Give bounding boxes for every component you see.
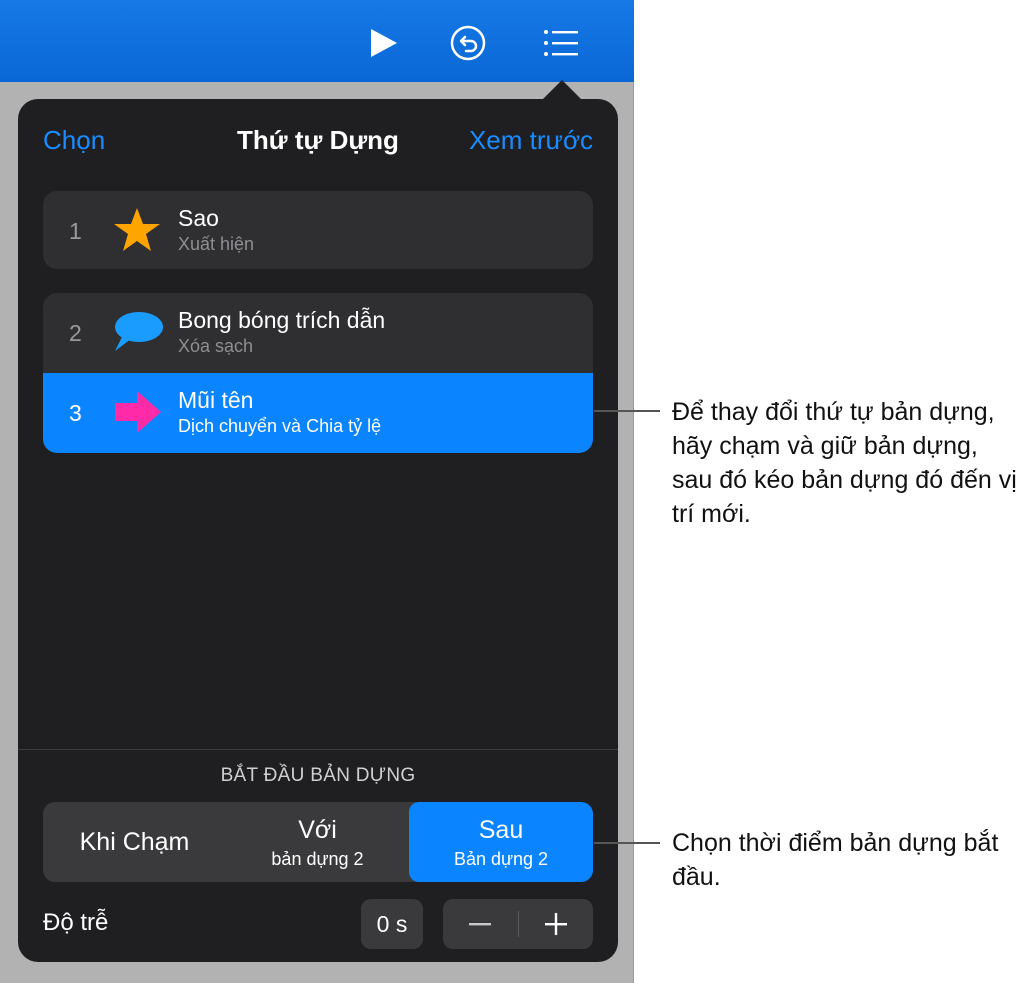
with-build-option[interactable]: Với bản dựng 2 — [226, 802, 409, 882]
option-label: Sau — [478, 816, 524, 844]
plus-icon[interactable] — [519, 899, 593, 949]
speech-bubble-icon — [115, 312, 163, 351]
build-row-arrow[interactable]: 3 Mũi tên Dịch chuyển và Chia tỷ lệ — [43, 373, 593, 453]
build-row-speech-bubble[interactable]: 2 Bong bóng trích dẫn Xóa sạch — [43, 293, 593, 373]
build-group-1: 1 Sao Xuất hiện — [43, 191, 593, 269]
list-icon[interactable] — [542, 24, 580, 62]
on-tap-option[interactable]: Khi Chạm — [43, 802, 226, 882]
build-title: Bong bóng trích dẫn — [178, 307, 386, 333]
callout-line-start-time — [594, 842, 660, 844]
build-effect: Dịch chuyển và Chia tỷ lệ — [178, 416, 382, 436]
callout-line-reorder — [594, 410, 660, 412]
toolbar — [0, 0, 634, 82]
build-number: 1 — [69, 218, 82, 244]
undo-icon[interactable] — [449, 24, 487, 62]
play-icon[interactable] — [364, 24, 402, 62]
after-build-option[interactable]: Sau Bản dựng 2 — [409, 802, 593, 882]
callout-start-time: Chọn thời điểm bản dựng bắt đầu. — [672, 829, 999, 891]
build-group-2: 2 Bong bóng trích dẫn Xóa sạch 3 Mũi tên… — [43, 293, 593, 453]
option-sublabel: bản dựng 2 — [271, 849, 364, 869]
popover-arrow — [542, 80, 582, 100]
delay-stepper — [443, 899, 593, 949]
minus-icon[interactable] — [443, 899, 517, 949]
build-title: Sao — [178, 205, 219, 231]
option-label: Với — [298, 816, 337, 844]
preview-button[interactable]: Xem trước — [469, 125, 593, 156]
option-sublabel: Bản dựng 2 — [453, 849, 549, 869]
device-screen: Chọn Thứ tự Dựng Xem trước 1 Sao Xuất hi… — [0, 0, 634, 983]
option-label: Khi Chạm — [79, 828, 190, 856]
start-build-label: BẮT ĐẦU BẢN DỰNG — [220, 765, 416, 786]
build-order-popover: Chọn Thứ tự Dựng Xem trước 1 Sao Xuất hi… — [18, 99, 618, 962]
section-divider — [18, 749, 618, 750]
delay-value-field[interactable]: 0 s — [361, 899, 423, 949]
arrow-icon — [115, 391, 161, 433]
build-effect: Xuất hiện — [178, 234, 255, 254]
build-number: 2 — [69, 320, 82, 346]
star-icon — [114, 208, 160, 251]
start-build-segmented-control: Khi Chạm Với bản dựng 2 Sau Bản dựng 2 — [43, 802, 593, 882]
build-title: Mũi tên — [178, 387, 254, 413]
build-effect: Xóa sạch — [178, 336, 254, 356]
delay-label: Độ trễ — [43, 909, 109, 936]
build-number: 3 — [69, 400, 82, 426]
callout-reorder: Để thay đổi thứ tự bản dựng, hãy chạm và… — [672, 398, 1017, 528]
build-row-star[interactable]: 1 Sao Xuất hiện — [43, 191, 593, 269]
